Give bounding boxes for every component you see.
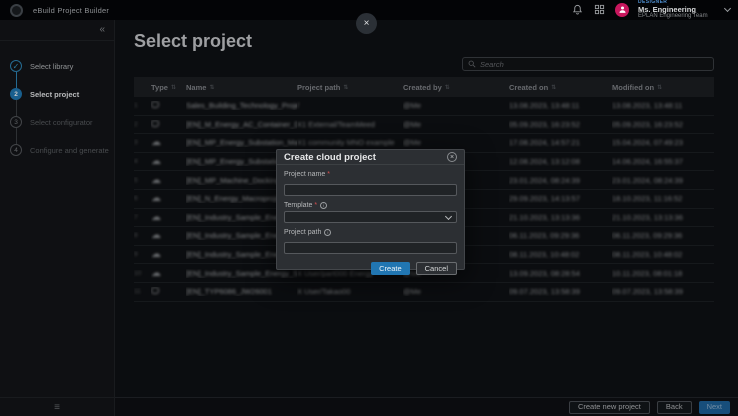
modal-header: Create cloud project × [277, 150, 464, 165]
cloud-icon: ☁ [151, 137, 161, 148]
header-created-by[interactable]: Created by⇅ [403, 83, 509, 92]
step-select-library[interactable]: ✓ Select library [10, 52, 114, 80]
modal-close-icon[interactable]: × [447, 152, 457, 162]
app-window: eBuild Project Builder DESIGNER Ms. Engi… [0, 0, 738, 416]
table-row[interactable]: 1 Sales_Building_Technology_Project_xxx … [134, 97, 714, 116]
close-icon[interactable]: × [356, 13, 377, 34]
required-marker: * [327, 171, 330, 178]
sort-icon: ⇅ [209, 84, 214, 91]
search-box [462, 57, 714, 71]
search-icon [468, 60, 476, 68]
sort-icon: ⇅ [657, 84, 662, 91]
user-info[interactable]: DESIGNER Ms. Engineering EPLAN Engineeri… [638, 0, 716, 19]
cloud-icon: ☁ [151, 212, 161, 223]
cloud-icon: ☁ [151, 156, 161, 167]
app-title: eBuild Project Builder [33, 6, 109, 15]
step-configure-generate[interactable]: 4 Configure and generate [10, 136, 114, 164]
type-cell: ☁ [151, 175, 186, 186]
required-marker: * [314, 202, 317, 209]
ebuild-logo-icon [10, 4, 23, 17]
wizard-sidebar: « ✓ Select library 2 Select project 3 Se… [0, 20, 115, 416]
menu-icon[interactable]: ≡ [54, 402, 60, 413]
type-cell [151, 101, 186, 110]
select-chevron-down-icon [445, 212, 452, 219]
step-select-configurator[interactable]: 3 Select configurator [10, 108, 114, 136]
sort-icon: ⇅ [445, 84, 450, 91]
header-project-path[interactable]: Project path⇅ [297, 83, 403, 92]
step-label: Select library [30, 62, 73, 71]
type-cell: ☁ [151, 193, 186, 204]
local-project-icon [151, 287, 159, 294]
sort-icon: ⇅ [171, 84, 176, 91]
search-input[interactable] [480, 60, 708, 69]
next-button[interactable]: Next [699, 401, 730, 414]
step-number: 3 [10, 116, 22, 128]
step-number: 4 [10, 144, 22, 156]
cancel-button[interactable]: Cancel [416, 262, 457, 275]
modal-body: Project name* Template* i Project path i… [277, 165, 464, 275]
step-select-project[interactable]: 2 Select project [10, 80, 114, 108]
type-cell: ☁ [151, 156, 186, 167]
local-project-icon [151, 120, 159, 127]
header-name[interactable]: Name⇅ [186, 83, 297, 92]
header-created-on[interactable]: Created on⇅ [509, 83, 612, 92]
cloud-icon: ☁ [151, 230, 161, 241]
step-label: Select project [30, 90, 79, 99]
step-check-icon: ✓ [10, 60, 22, 72]
step-label: Configure and generate [30, 146, 109, 155]
local-project-icon [151, 101, 159, 108]
app-grid-icon[interactable] [593, 3, 606, 16]
sort-icon: ⇅ [551, 84, 556, 91]
type-cell [151, 287, 186, 296]
project-name-label: Project name* [284, 171, 457, 178]
table-row[interactable]: 11 [EN]_TYP6086_JW26001 X User/Takao00 @… [134, 283, 714, 302]
user-team: EPLAN Engineering Team [638, 13, 716, 19]
cloud-icon: ☁ [151, 193, 161, 204]
type-cell: ☁ [151, 268, 186, 279]
table-header: Type⇅ Name⇅ Project path⇅ Created by⇅ Cr… [134, 77, 714, 97]
create-button[interactable]: Create [371, 262, 410, 275]
project-path-label: Project path i [284, 229, 457, 236]
sort-icon: ⇅ [343, 84, 348, 91]
type-cell: ☁ [151, 212, 186, 223]
create-new-project-button[interactable]: Create new project [569, 401, 650, 414]
info-icon[interactable]: i [320, 202, 327, 209]
info-icon[interactable]: i [324, 229, 331, 236]
modal-actions: Create Cancel [284, 262, 457, 275]
user-menu-chevron-down-icon[interactable] [724, 5, 731, 12]
wizard-stepper: ✓ Select library 2 Select project 3 Sele… [0, 41, 114, 164]
topbar-actions: DESIGNER Ms. Engineering EPLAN Engineeri… [571, 0, 730, 19]
sidebar-collapse-button[interactable]: « [99, 25, 105, 35]
user-avatar[interactable] [615, 3, 629, 17]
cloud-icon: ☁ [151, 175, 161, 186]
template-label: Template* i [284, 202, 457, 209]
project-path-field[interactable] [284, 242, 457, 254]
notifications-bell-icon[interactable] [571, 3, 584, 16]
template-select[interactable] [284, 211, 457, 223]
step-number: 2 [10, 88, 22, 100]
modal-title: Create cloud project [284, 152, 376, 163]
cloud-icon: ☁ [151, 268, 161, 279]
step-label: Select configurator [30, 118, 93, 127]
type-cell: ☁ [151, 230, 186, 241]
wizard-footer: Create new project Back Next [115, 397, 738, 416]
user-name: Ms. Engineering [638, 6, 716, 14]
project-name-field[interactable] [284, 184, 457, 196]
type-cell: ☁ [151, 137, 186, 148]
sidebar-footer: ≡ [0, 397, 114, 416]
cloud-icon: ☁ [151, 249, 161, 260]
sidebar-collapse-row: « [0, 20, 114, 41]
table-row[interactable]: 2 [EN]_M_Energy_AC_Container_DC_xxx X1 E… [134, 116, 714, 135]
page-title: Select project [134, 31, 252, 52]
type-cell: ☁ [151, 249, 186, 260]
header-modified-on[interactable]: Modified on⇅ [612, 83, 714, 92]
create-cloud-project-dialog: Create cloud project × Project name* Tem… [276, 149, 465, 270]
header-type[interactable]: Type⇅ [151, 83, 186, 92]
type-cell [151, 120, 186, 129]
back-button[interactable]: Back [657, 401, 692, 414]
